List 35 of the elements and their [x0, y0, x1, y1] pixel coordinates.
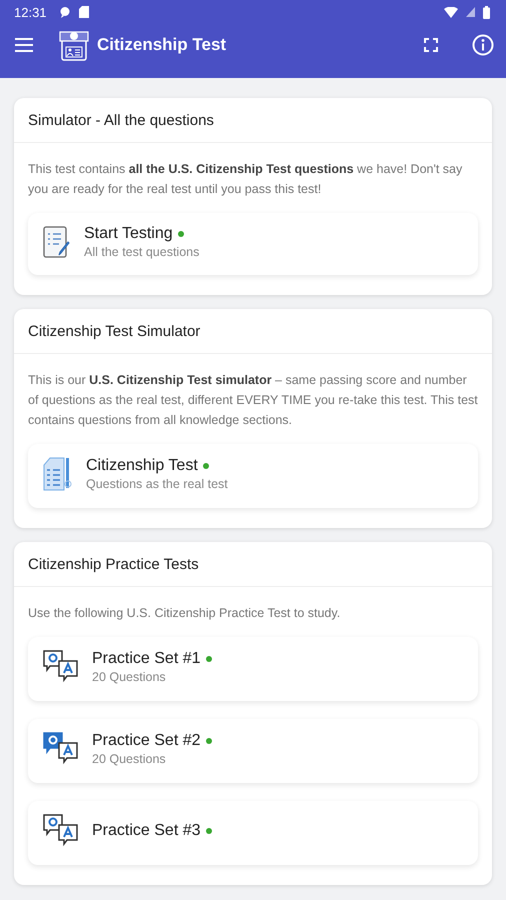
test-item[interactable]: Practice Set #3: [28, 801, 478, 865]
question-answer-icon: [42, 649, 80, 685]
item-subtitle: All the test questions: [84, 245, 200, 259]
info-icon[interactable]: [472, 34, 494, 56]
item-title: Practice Set #3: [92, 822, 200, 840]
item-title: Practice Set #2: [92, 732, 200, 750]
menu-icon[interactable]: [15, 38, 33, 52]
item-subtitle: Questions as the real test: [86, 477, 228, 491]
section-description: Use the following U.S. Citizenship Practice Test to study.: [28, 605, 342, 622]
id-card-icon: [59, 29, 89, 61]
section-description: This is our U.S. Citizenship Test simulator – same passing score and number of questions as the real test, different EVERY TIME you re-take this test. This test contains questions from all knowledge sections.: [28, 372, 478, 429]
item-title: Start Testing: [84, 225, 173, 243]
wifi-icon: [444, 6, 458, 18]
test-item[interactable]: Start Testing All the test questions: [28, 213, 478, 275]
section-title: Simulator - All the questions: [28, 112, 214, 129]
app-title: Citizenship Test: [97, 35, 226, 55]
item-title: Practice Set #1: [92, 650, 200, 668]
test-item[interactable]: Practice Set #1 20 Questions: [28, 637, 478, 701]
status-time: 12:31: [14, 4, 47, 20]
item-subtitle: 20 Questions: [92, 670, 167, 684]
test-item[interactable]: Citizenship Test Questions as the real test: [28, 444, 478, 508]
chat-icon: [58, 6, 71, 18]
section-title: Citizenship Practice Tests: [28, 556, 199, 573]
signal-icon: [466, 7, 475, 17]
test-item[interactable]: Practice Set #2 20 Questions: [28, 719, 478, 783]
checklist-icon: [42, 225, 72, 259]
section-description: This test contains all the U.S. Citizenship Test questions we have! Don't say you are ready for the real test until you pass this test!: [28, 161, 464, 198]
sd-card-icon: [78, 6, 89, 18]
item-subtitle: 20 Questions: [92, 752, 167, 766]
question-answer-icon: [42, 813, 80, 849]
fullscreen-icon[interactable]: [424, 38, 438, 52]
section-title: Citizenship Test Simulator: [28, 323, 200, 340]
item-title: Citizenship Test: [86, 457, 198, 475]
battery-icon: [483, 6, 490, 18]
document-icon: [42, 456, 74, 492]
